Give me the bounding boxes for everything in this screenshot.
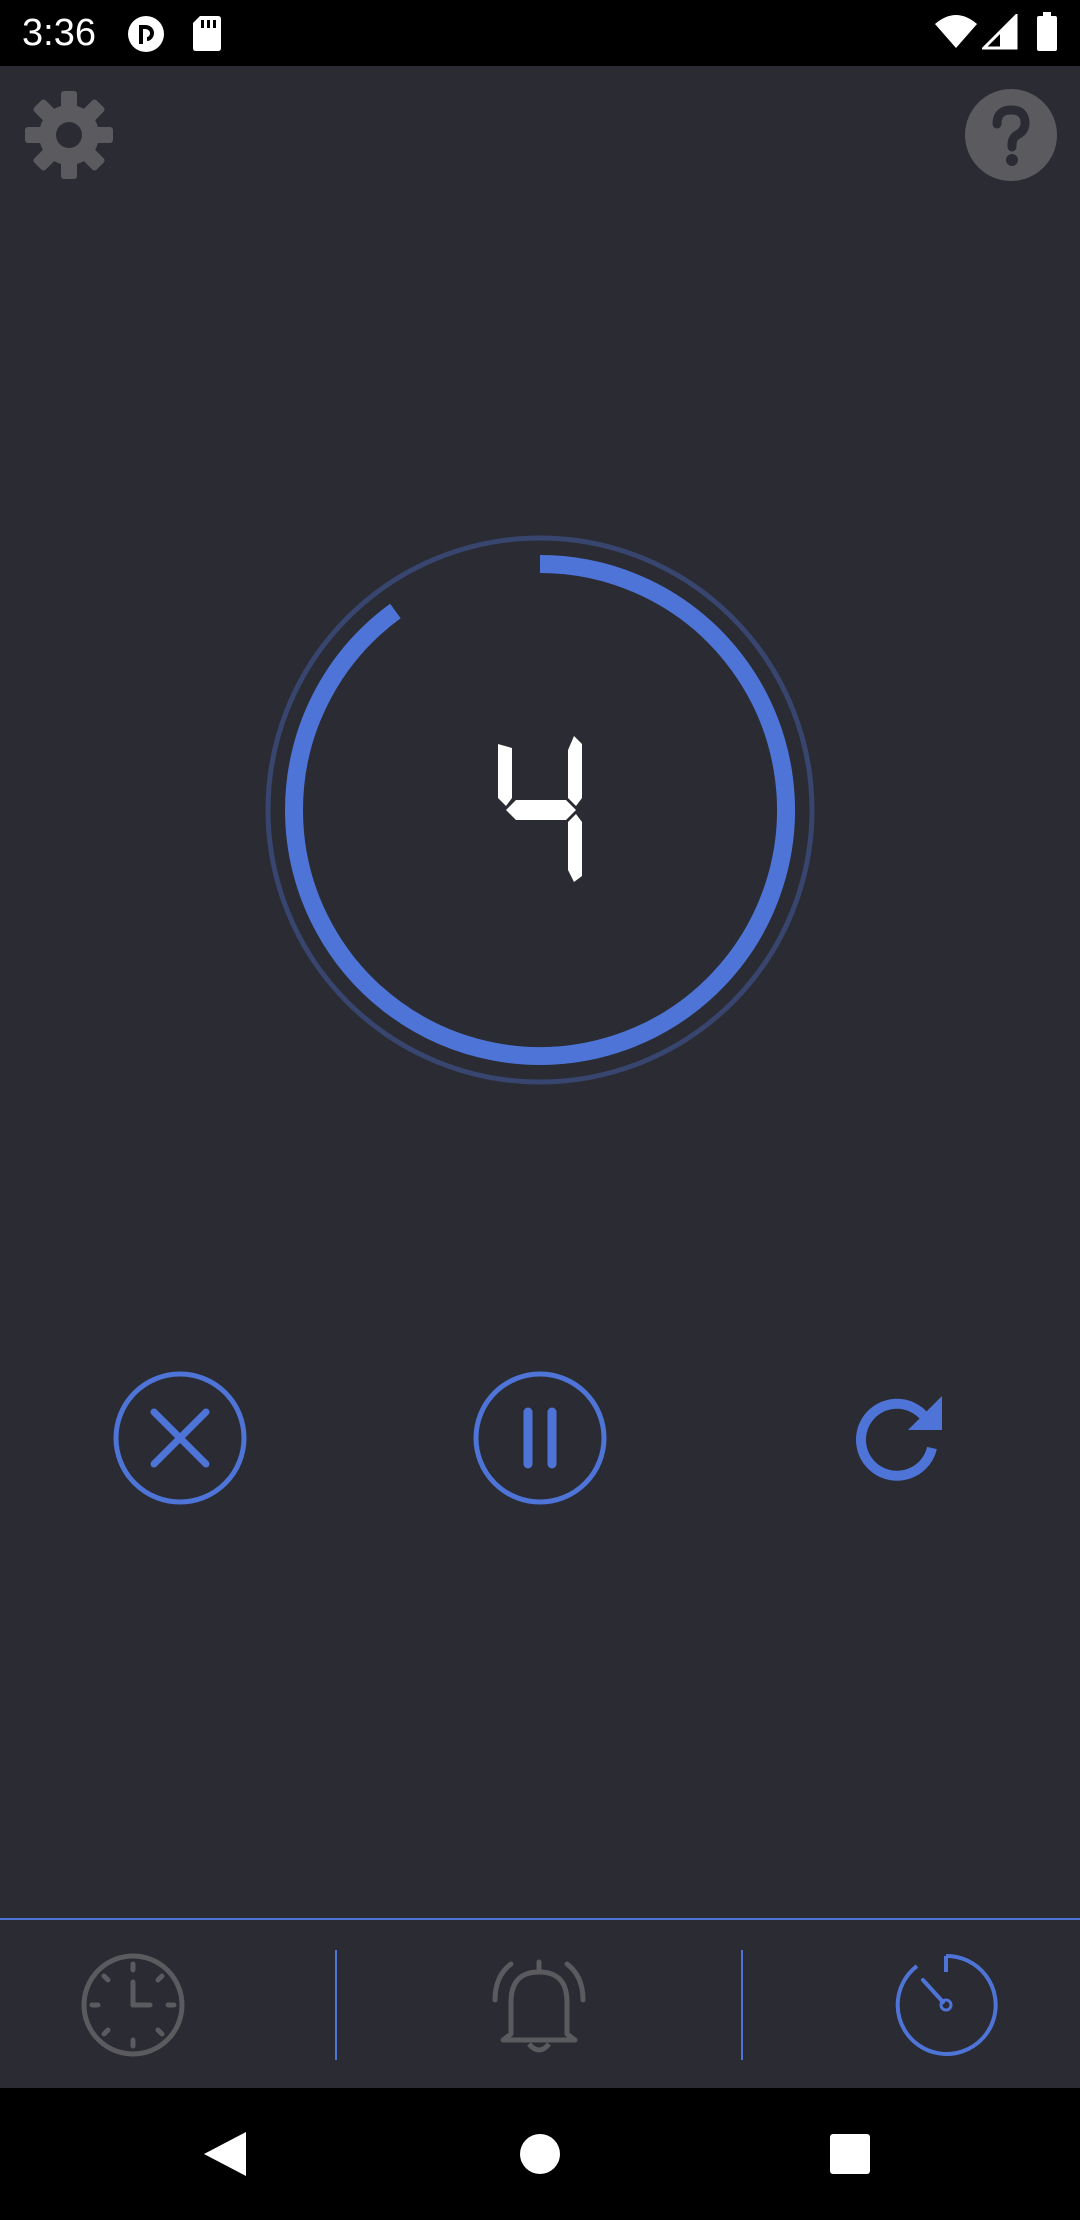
- system-nav-bar: [0, 2088, 1080, 2220]
- countdown-timer: 4: [260, 530, 820, 1090]
- restart-icon: [855, 1396, 942, 1481]
- wifi-icon: [935, 15, 977, 48]
- back-icon: [204, 2132, 246, 2176]
- restart-button[interactable]: [832, 1370, 968, 1506]
- status-bar: 3:36: [0, 0, 1080, 66]
- status-time: 3:36: [22, 12, 96, 54]
- sd-card-icon: [193, 16, 221, 51]
- gear-icon: [25, 91, 113, 179]
- help-button[interactable]: [964, 88, 1058, 182]
- alarm-bell-icon: [492, 1959, 586, 2053]
- settings-button[interactable]: [22, 88, 116, 182]
- pause-icon: [473, 1371, 607, 1505]
- timer-digit: [498, 736, 582, 882]
- nav-item-timer[interactable]: [743, 1920, 1080, 2088]
- cellular-signal-icon: [982, 14, 1018, 50]
- back-button[interactable]: [196, 2124, 256, 2184]
- nav-item-clock[interactable]: [0, 1920, 336, 2088]
- nav-item-alarm[interactable]: [337, 1920, 742, 2088]
- home-icon: [520, 2134, 560, 2174]
- recents-button[interactable]: [820, 2124, 880, 2184]
- help-icon: [965, 89, 1057, 181]
- cancel-icon: [113, 1371, 247, 1505]
- recents-icon: [830, 2134, 870, 2174]
- clock-icon: [81, 1953, 185, 2057]
- timer-icon: [895, 1953, 998, 2056]
- battery-icon: [1037, 12, 1057, 51]
- home-button[interactable]: [510, 2124, 570, 2184]
- bottom-nav: [0, 1920, 1080, 2088]
- pause-button[interactable]: [472, 1370, 608, 1506]
- pocket-casts-icon: [128, 16, 164, 52]
- cancel-button[interactable]: [112, 1370, 248, 1506]
